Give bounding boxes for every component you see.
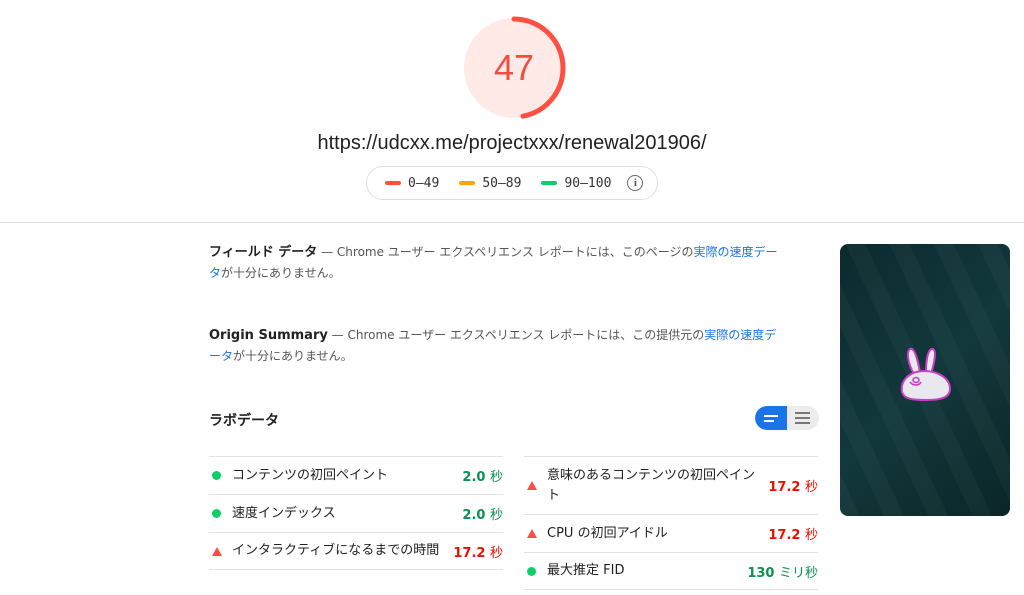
pass-circle-icon (527, 566, 536, 576)
fail-triangle-icon (527, 481, 537, 490)
metric-value: 17.2 秒 (768, 528, 818, 543)
metric-value: 2.0 秒 (462, 508, 503, 523)
header-divider (0, 222, 1024, 223)
legend-label-fail: 0–49 (408, 175, 440, 191)
fail-triangle-icon (527, 529, 537, 538)
legend-item-fail: 0–49 (385, 176, 439, 191)
pass-circle-icon (212, 509, 221, 518)
page-screenshot-thumbnail (840, 244, 1010, 516)
performance-score-gauge: 47 (462, 16, 566, 120)
metric-time-to-interactive: インタラクティブになるまでの時間 17.2 秒 (209, 532, 503, 570)
field-data-description-tail: が十分にありません。 (221, 266, 341, 280)
legend-bar-green (541, 181, 558, 185)
legend-item-pass: 90–100 (541, 176, 611, 191)
legend-bar-red (385, 181, 401, 185)
metric-label: コンテンツの初回ペイント (232, 467, 389, 483)
fail-triangle-icon (212, 546, 222, 556)
lab-data-title: ラボデータ (209, 413, 279, 429)
metric-label: 最大推定 FID (547, 563, 625, 578)
origin-summary-title: Origin Summary (209, 328, 328, 343)
metric-first-meaningful-paint: 意味のあるコンテンツの初回ペイント 17.2 秒 (524, 456, 818, 514)
origin-summary-description: — Chrome ユーザー エクスペリエンス レポートには、この提供元の (327, 328, 705, 342)
field-data-section: フィールド データ — Chrome ユーザー エクスペリエンス レポートには、… (209, 242, 779, 283)
legend-item-average: 50–89 (459, 176, 521, 191)
metrics-column-left: コンテンツの初回ペイント 2.0 秒 速度インデックス 2.0 秒 インタラクテ… (209, 456, 503, 570)
metric-value: 17.2 秒 (768, 480, 818, 495)
field-data-description: — Chrome ユーザー エクスペリエンス レポートには、このページの (317, 245, 694, 259)
expanded-view-icon[interactable] (787, 406, 819, 430)
metric-label: CPU の初回アイドル (547, 525, 668, 541)
performance-score: 47 (493, 47, 535, 88)
metric-first-contentful-paint: コンテンツの初回ペイント 2.0 秒 (209, 456, 503, 494)
origin-summary-description-tail: が十分にありません。 (233, 349, 353, 363)
metric-label: 意味のあるコンテンツの初回ペイント (547, 467, 756, 503)
metric-value: 130 ミリ秒 (747, 565, 818, 581)
metric-speed-index: 速度インデックス 2.0 秒 (209, 494, 503, 532)
origin-summary-section: Origin Summary — Chrome ユーザー エクスペリエンス レポ… (209, 325, 779, 366)
info-icon[interactable]: i (627, 175, 644, 191)
metric-label: 速度インデックス (232, 505, 336, 521)
metrics-view-toggle[interactable] (755, 406, 819, 430)
field-data-title: フィールド データ (209, 245, 318, 260)
legend-label-pass: 90–100 (564, 175, 612, 191)
metric-max-potential-fid: 最大推定 FID 130 ミリ秒 (524, 552, 818, 590)
metrics-column-right: 意味のあるコンテンツの初回ペイント 17.2 秒 CPU の初回アイドル 17.… (524, 456, 818, 590)
legend-label-average: 50–89 (482, 175, 522, 191)
metric-value: 17.2 秒 (453, 545, 503, 561)
compact-view-icon[interactable] (755, 406, 787, 430)
legend-bar-orange (459, 181, 476, 185)
metric-first-cpu-idle: CPU の初回アイドル 17.2 秒 (524, 514, 818, 552)
metric-label: インタラクティブになるまでの時間 (232, 543, 440, 558)
rabbit-logo-icon (900, 347, 952, 402)
score-legend: 0–49 50–89 90–100 i (366, 166, 658, 200)
pass-circle-icon (212, 471, 221, 480)
metric-value: 2.0 秒 (462, 470, 503, 485)
tested-url: https://udcxx.me/projectxxx/renewal20190… (317, 132, 707, 154)
